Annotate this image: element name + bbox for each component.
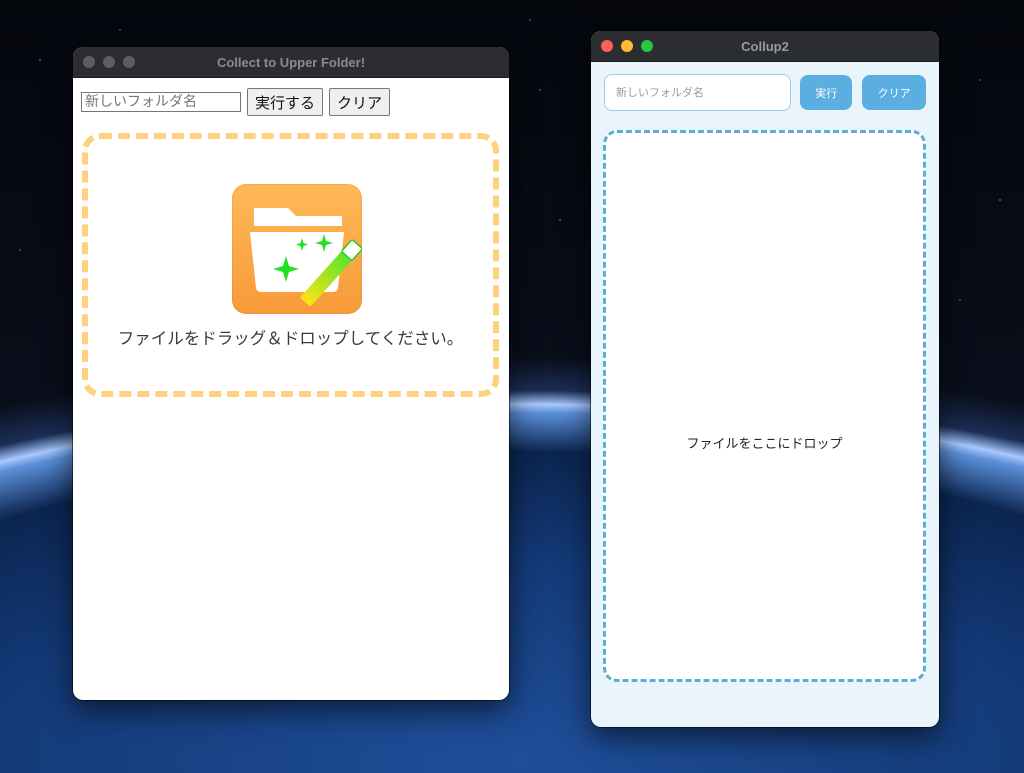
close-button[interactable] — [601, 40, 613, 52]
collup2-window: Collup2 実行 クリア ファイルをここにドロップ — [591, 31, 939, 727]
minimize-button[interactable] — [621, 40, 633, 52]
drop-zone[interactable]: ファイルをここにドロップ — [603, 130, 926, 682]
window-controls — [601, 40, 653, 52]
window-title: Collect to Upper Folder! — [216, 54, 366, 70]
run-button[interactable]: 実行する — [247, 88, 324, 116]
title-bar[interactable]: Collup2 — [591, 31, 939, 62]
drop-zone[interactable]: ファイルをドラッグ＆ドロップしてください。 — [82, 133, 499, 397]
zoom-button[interactable] — [123, 56, 135, 68]
folder-name-input[interactable] — [604, 74, 792, 111]
drop-instruction: ファイルをここにドロップ — [686, 437, 843, 452]
run-button[interactable]: 実行 — [800, 75, 853, 110]
folder-magic-wand-icon — [232, 184, 363, 314]
drop-instruction: ファイルをドラッグ＆ドロップしてください。 — [117, 329, 464, 348]
clear-button[interactable]: クリア — [329, 88, 391, 116]
zoom-button[interactable] — [641, 40, 653, 52]
folder-name-input[interactable] — [81, 92, 241, 112]
title-bar[interactable]: Collect to Upper Folder! — [73, 47, 509, 78]
collect-to-upper-folder-window: Collect to Upper Folder! 実行する クリア — [73, 47, 509, 700]
clear-button[interactable]: クリア — [862, 75, 926, 110]
minimize-button[interactable] — [103, 56, 115, 68]
toolbar: 実行 クリア — [604, 74, 926, 111]
close-button[interactable] — [83, 56, 95, 68]
toolbar: 実行する クリア — [73, 78, 509, 116]
window-controls — [83, 56, 135, 68]
